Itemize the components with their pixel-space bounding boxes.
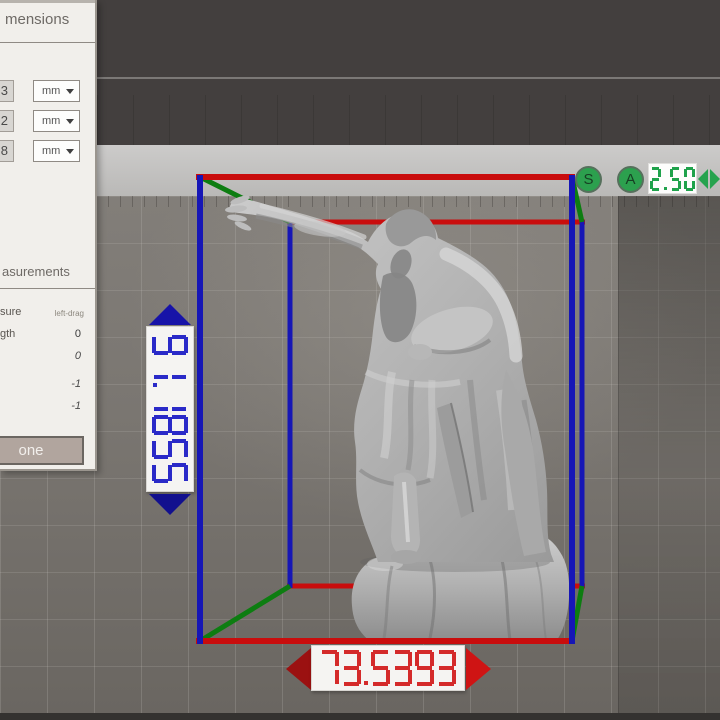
panel-title: mensions xyxy=(5,11,70,28)
measure-hint: left-drag xyxy=(54,309,84,318)
dimension-z-input[interactable]: 8 xyxy=(0,140,14,162)
measure-label: sure xyxy=(0,306,22,318)
scale-increase-arrow[interactable] xyxy=(710,169,720,189)
panel-separator xyxy=(0,288,95,289)
measurement-value: 0 xyxy=(74,350,81,362)
height-increase-arrow[interactable] xyxy=(149,304,191,325)
height-decrease-arrow[interactable] xyxy=(149,494,191,515)
panel-top-strip xyxy=(0,0,95,3)
scale-a-label: A xyxy=(625,171,636,188)
app-window: S A mensions 3 mm 2 mm 8 mm asurements s… xyxy=(0,0,720,720)
dimension-z-unit-select[interactable]: mm xyxy=(33,140,80,162)
measurement-value: -1 xyxy=(71,400,81,412)
scale-s-label: S xyxy=(583,171,594,188)
panel-separator xyxy=(0,42,95,43)
scale-s-button[interactable]: S xyxy=(575,166,602,193)
width-dimension-value[interactable] xyxy=(320,650,456,686)
statue-model-3d[interactable] xyxy=(225,194,570,641)
scale-a-button[interactable]: A xyxy=(617,166,644,193)
dimensions-panel: mensions 3 mm 2 mm 8 mm asurements sure … xyxy=(0,0,97,471)
scale-decrease-arrow[interactable] xyxy=(698,169,708,189)
unit-label: mm xyxy=(42,85,61,97)
height-dimension-value[interactable] xyxy=(152,335,188,483)
viewport-3d-scene xyxy=(196,174,585,644)
done-button-label: one xyxy=(18,442,44,459)
measurement-value: -1 xyxy=(71,378,81,390)
width-decrease-arrow[interactable] xyxy=(286,648,311,690)
dimension-x-unit-select[interactable]: mm xyxy=(33,80,80,102)
scale-value[interactable] xyxy=(650,167,695,191)
dimension-y-unit-select[interactable]: mm xyxy=(33,110,80,132)
measurements-title: asurements xyxy=(2,264,70,279)
dimension-x-input[interactable]: 3 xyxy=(0,80,14,102)
done-button[interactable]: one xyxy=(0,436,84,465)
length-label: gth xyxy=(0,328,16,340)
chevron-down-icon xyxy=(66,88,74,94)
width-increase-arrow[interactable] xyxy=(466,648,491,690)
unit-label: mm xyxy=(42,115,61,127)
length-value: 0 xyxy=(74,328,81,340)
dimension-y-input[interactable]: 2 xyxy=(0,110,14,132)
unit-label: mm xyxy=(42,145,61,157)
chevron-down-icon xyxy=(66,148,74,154)
chevron-down-icon xyxy=(66,118,74,124)
